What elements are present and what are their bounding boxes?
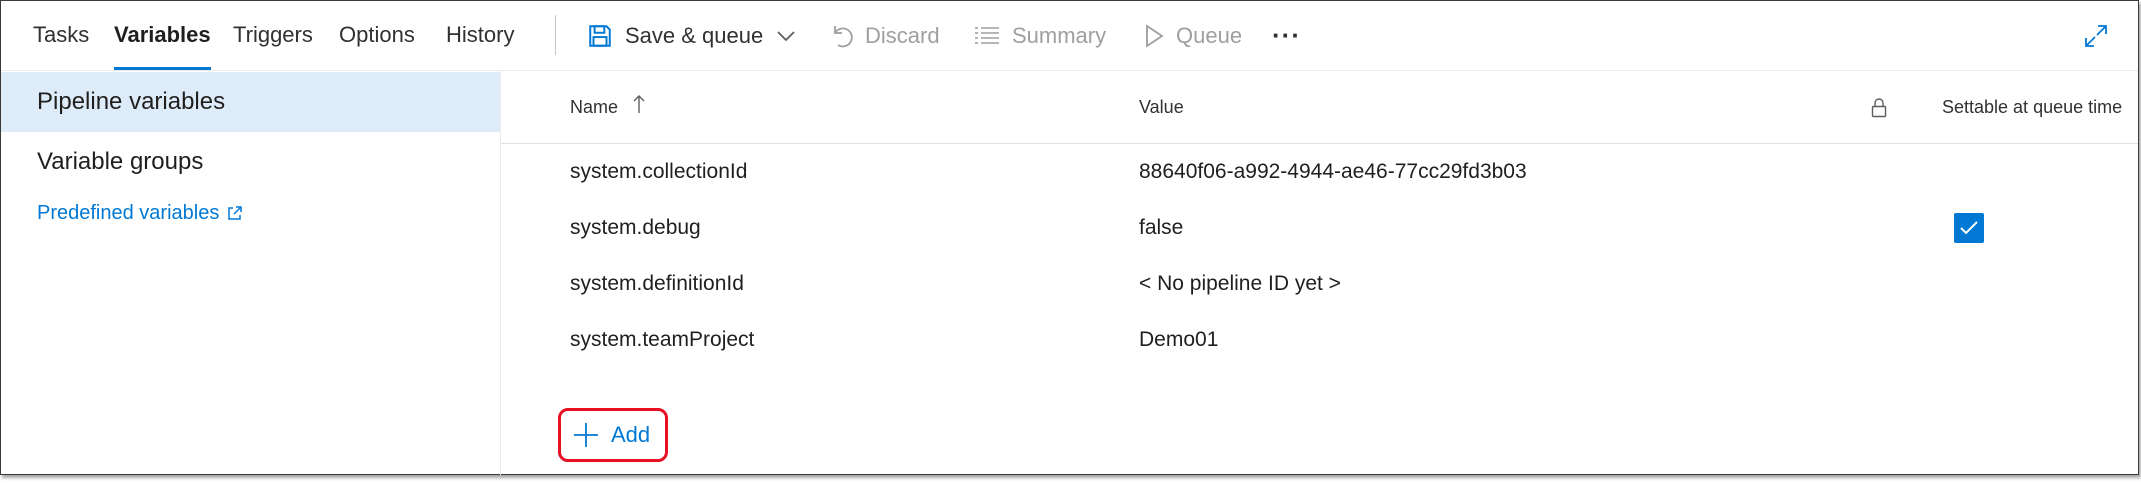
top-toolbar: Tasks Variables Triggers Options History… [1, 1, 2138, 71]
save-and-queue-label: Save & queue [625, 22, 764, 48]
add-variable-button[interactable]: Add [558, 408, 668, 462]
column-header-name[interactable]: Name [570, 71, 645, 143]
variable-value: < No pipeline ID yet > [1139, 272, 1341, 295]
discard-button[interactable]: Discard [829, 1, 940, 70]
external-link-icon [227, 206, 243, 221]
chevron-down-icon[interactable] [777, 30, 795, 42]
toolbar-divider [555, 15, 556, 55]
table-row[interactable]: system.debug false [501, 200, 2138, 256]
variables-nav: Pipeline variables Variable groups Prede… [1, 71, 501, 475]
predefined-variables-link[interactable]: Predefined variables [37, 202, 243, 225]
variable-name: system.teamProject [570, 328, 755, 351]
summary-label: Summary [1012, 22, 1107, 48]
play-icon [1144, 23, 1164, 48]
tab-options[interactable]: Options [339, 1, 415, 70]
variable-name: system.debug [570, 216, 701, 239]
add-label: Add [611, 422, 651, 447]
column-header-name-label: Name [570, 97, 619, 117]
variable-value: false [1139, 216, 1184, 239]
checkmark-icon [1959, 220, 1979, 236]
save-and-queue-button[interactable]: Save & queue [587, 1, 795, 70]
undo-icon [829, 23, 853, 49]
sort-up-arrow-icon [633, 72, 645, 144]
more-icon[interactable]: ··· [1272, 1, 1301, 70]
expand-icon[interactable] [2083, 1, 2109, 70]
summary-button[interactable]: Summary [974, 1, 1106, 70]
discard-label: Discard [865, 22, 940, 48]
variables-table-header: Name Value Settable at queue time [501, 71, 2138, 144]
table-row[interactable]: system.definitionId < No pipeline ID yet… [501, 256, 2138, 312]
plus-icon [573, 422, 599, 448]
table-row[interactable]: system.collectionId 88640f06-a992-4944-a… [501, 144, 2138, 200]
pipeline-editor-window: Tasks Variables Triggers Options History… [0, 0, 2139, 475]
column-header-settable[interactable]: Settable at queue time [1942, 71, 2122, 143]
predefined-variables-label: Predefined variables [37, 202, 220, 224]
table-row[interactable]: system.teamProject Demo01 [501, 312, 2138, 368]
tab-variables[interactable]: Variables [114, 1, 211, 70]
variable-name: system.definitionId [570, 272, 744, 295]
column-header-value[interactable]: Value [1139, 71, 1184, 143]
tab-tasks[interactable]: Tasks [33, 1, 89, 70]
tab-history[interactable]: History [446, 1, 514, 70]
variable-name: system.collectionId [570, 160, 748, 183]
save-icon [587, 23, 613, 49]
nav-pipeline-variables[interactable]: Pipeline variables [1, 72, 500, 132]
nav-variable-groups[interactable]: Variable groups [1, 132, 500, 192]
settable-checkbox[interactable] [1954, 213, 1984, 243]
lock-icon [1871, 71, 1887, 143]
queue-label: Queue [1176, 22, 1243, 48]
variable-value: Demo01 [1139, 328, 1219, 351]
list-icon [974, 25, 1000, 47]
variable-value: 88640f06-a992-4944-ae46-77cc29fd3b03 [1139, 160, 1527, 183]
tab-triggers[interactable]: Triggers [233, 1, 313, 70]
queue-button[interactable]: Queue [1144, 1, 1242, 70]
